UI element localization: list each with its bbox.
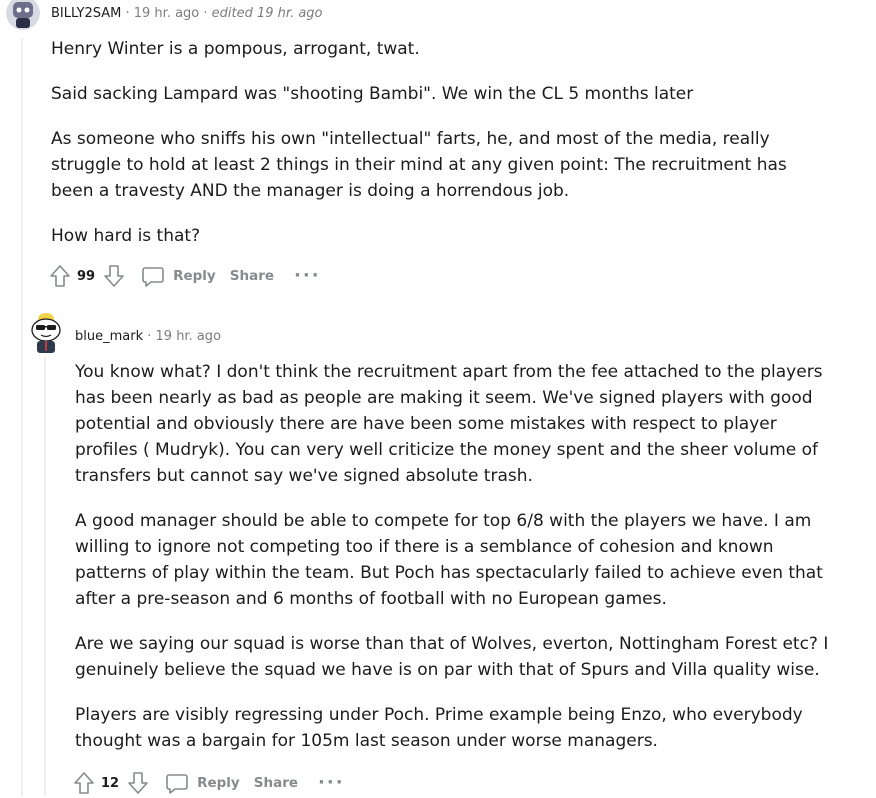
comment-bubble-icon xyxy=(142,267,164,287)
comment-paragraph: Henry Winter is a pompous, arrogant, twa… xyxy=(51,39,420,59)
more-options-button[interactable]: ··· xyxy=(318,774,345,792)
vote-score: 12 xyxy=(101,775,120,791)
comment-paragraph: Players are visibly regressing under Poc… xyxy=(75,705,803,751)
upvote-button[interactable] xyxy=(47,263,73,289)
timestamp[interactable]: 19 hr. ago xyxy=(156,329,222,344)
reply-label: Reply xyxy=(173,268,216,284)
username[interactable]: BILLY2SAM xyxy=(51,6,121,21)
thread-line-reply[interactable] xyxy=(44,358,46,796)
comment-meta: BILLY2SAM · 19 hr. ago · edited 19 hr. a… xyxy=(51,6,323,21)
downvote-arrow-icon xyxy=(128,772,148,794)
robot-avatar-icon xyxy=(6,0,40,30)
comment-paragraph: Are we saying our squad is worse than th… xyxy=(75,634,829,680)
reply-button[interactable]: Reply xyxy=(165,771,240,795)
timestamp[interactable]: 19 hr. ago xyxy=(134,6,200,21)
comment-meta: blue_mark · 19 hr. ago xyxy=(75,329,221,344)
comment-paragraph: You know what? I don't think the recruit… xyxy=(75,362,823,486)
vote-score: 99 xyxy=(77,268,96,284)
downvote-button[interactable] xyxy=(101,263,127,289)
more-options-button[interactable]: ··· xyxy=(294,267,321,285)
avatar[interactable] xyxy=(28,310,64,354)
comment-body: You know what? I don't think the recruit… xyxy=(75,359,835,773)
downvote-arrow-icon xyxy=(104,265,124,287)
downvote-button[interactable] xyxy=(125,770,151,796)
share-label: Share xyxy=(253,775,299,791)
share-button[interactable]: Share xyxy=(254,775,298,791)
comment-actions: 12 Reply Share ··· xyxy=(71,768,345,798)
reply-button[interactable]: Reply xyxy=(141,264,216,288)
upvote-arrow-icon xyxy=(50,265,70,287)
upvote-arrow-icon xyxy=(74,772,94,794)
comment-paragraph: How hard is that? xyxy=(51,226,201,246)
share-button[interactable]: Share xyxy=(230,268,274,284)
separator: · xyxy=(125,6,134,21)
reply-label: Reply xyxy=(197,775,240,791)
share-label: Share xyxy=(229,268,275,284)
comment-paragraph: Said sacking Lampard was "shooting Bambi… xyxy=(51,84,694,104)
avatar[interactable] xyxy=(6,0,40,30)
username[interactable]: blue_mark xyxy=(75,329,143,344)
sunglasses-snoo-avatar-icon xyxy=(31,313,61,353)
edited-label: edited 19 hr. ago xyxy=(211,6,323,21)
comment-bubble-icon xyxy=(166,774,188,794)
thread-line-parent[interactable] xyxy=(21,38,23,796)
comment-paragraph: As someone who sniffs his own "intellect… xyxy=(51,129,787,201)
separator: · xyxy=(203,6,212,21)
comment-paragraph: A good manager should be able to compete… xyxy=(75,511,823,609)
comment-actions: 99 Reply Share ··· xyxy=(47,261,321,291)
separator: · xyxy=(147,329,156,344)
upvote-button[interactable] xyxy=(71,770,97,796)
comment-body: Henry Winter is a pompous, arrogant, twa… xyxy=(51,36,831,268)
